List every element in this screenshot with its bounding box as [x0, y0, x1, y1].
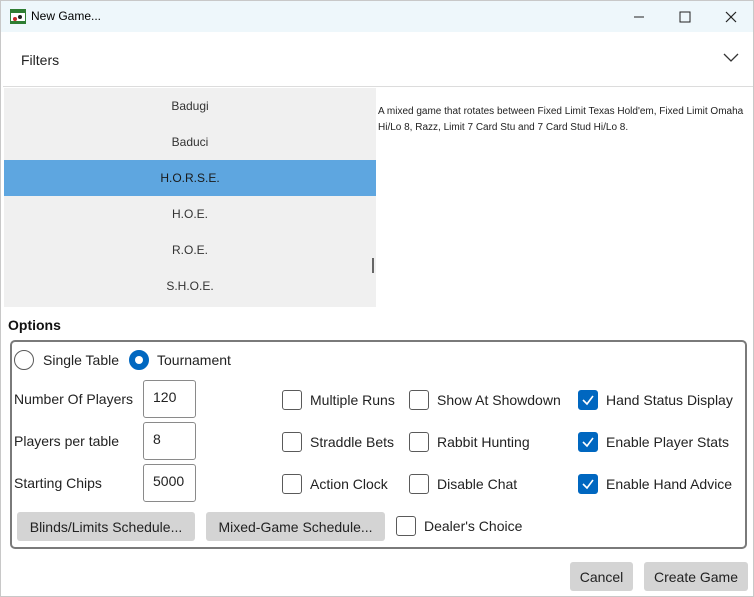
new-game-dialog: New Game... Filters Badugi Baduci H.O.R.… — [0, 0, 754, 597]
game-list[interactable]: Badugi Baduci H.O.R.S.E. H.O.E. R.O.E. S… — [4, 88, 376, 307]
number-of-players-label: Number Of Players — [14, 391, 134, 407]
hand-status-display-checkbox[interactable] — [578, 390, 598, 410]
disable-chat-checkbox[interactable] — [409, 474, 429, 494]
title-bar[interactable]: New Game... — [1, 1, 753, 32]
starting-chips-input[interactable]: 5000 — [143, 464, 196, 502]
enable-player-stats-label[interactable]: Enable Player Stats — [606, 434, 729, 450]
list-item[interactable]: Baduci — [4, 124, 376, 160]
window-title: New Game... — [31, 9, 102, 23]
mixed-game-schedule-button[interactable]: Mixed-Game Schedule... — [206, 512, 385, 541]
list-item-selected[interactable]: H.O.R.S.E. — [4, 160, 376, 196]
close-icon — [725, 11, 737, 22]
multiple-runs-checkbox[interactable] — [282, 390, 302, 410]
minimize-icon — [634, 16, 644, 17]
enable-hand-advice-label[interactable]: Enable Hand Advice — [606, 476, 732, 492]
minimize-button[interactable] — [616, 1, 662, 32]
maximize-button[interactable] — [662, 1, 708, 32]
list-item[interactable]: R.O.E. — [4, 232, 376, 268]
action-clock-checkbox[interactable] — [282, 474, 302, 494]
cancel-button[interactable]: Cancel — [570, 562, 633, 591]
game-description: A mixed game that rotates between Fixed … — [378, 106, 744, 133]
close-button[interactable] — [708, 1, 754, 32]
single-table-label[interactable]: Single Table — [43, 352, 119, 368]
filters-expander[interactable]: Filters — [3, 33, 753, 87]
players-per-table-label: Players per table — [14, 433, 120, 449]
players-per-table-input[interactable]: 8 — [143, 422, 196, 460]
single-table-radio[interactable] — [14, 350, 34, 370]
straddle-bets-checkbox[interactable] — [282, 432, 302, 452]
rabbit-hunting-checkbox[interactable] — [409, 432, 429, 452]
dealers-choice-checkbox[interactable] — [396, 516, 416, 536]
tournament-radio[interactable] — [129, 350, 149, 370]
show-at-showdown-label[interactable]: Show At Showdown — [437, 392, 561, 408]
disable-chat-label[interactable]: Disable Chat — [437, 476, 517, 492]
list-item[interactable]: S.H.O.E. — [4, 268, 376, 304]
hand-status-display-label[interactable]: Hand Status Display — [606, 392, 733, 408]
number-of-players-input[interactable]: 120 — [143, 380, 196, 418]
chevron-down-icon[interactable] — [723, 52, 739, 62]
multiple-runs-label[interactable]: Multiple Runs — [310, 392, 395, 408]
filters-label: Filters — [21, 52, 60, 68]
checkmark-icon — [582, 437, 594, 448]
list-item[interactable]: H.O.E. — [4, 196, 376, 232]
options-heading: Options — [8, 317, 61, 333]
list-scrollbar[interactable] — [372, 258, 374, 273]
blinds-limits-schedule-button[interactable]: Blinds/Limits Schedule... — [17, 512, 195, 541]
rabbit-hunting-label[interactable]: Rabbit Hunting — [437, 434, 530, 450]
checkmark-icon — [582, 395, 594, 406]
tournament-label[interactable]: Tournament — [157, 352, 231, 368]
cards-app-icon — [10, 9, 26, 24]
maximize-icon — [679, 11, 691, 22]
starting-chips-label: Starting Chips — [14, 475, 102, 491]
enable-player-stats-checkbox[interactable] — [578, 432, 598, 452]
dealers-choice-label[interactable]: Dealer's Choice — [424, 518, 522, 534]
action-clock-label[interactable]: Action Clock — [310, 476, 388, 492]
list-item[interactable]: Badugi — [4, 88, 376, 124]
checkmark-icon — [582, 479, 594, 490]
enable-hand-advice-checkbox[interactable] — [578, 474, 598, 494]
create-game-button[interactable]: Create Game — [644, 562, 748, 591]
straddle-bets-label[interactable]: Straddle Bets — [310, 434, 394, 450]
show-at-showdown-checkbox[interactable] — [409, 390, 429, 410]
